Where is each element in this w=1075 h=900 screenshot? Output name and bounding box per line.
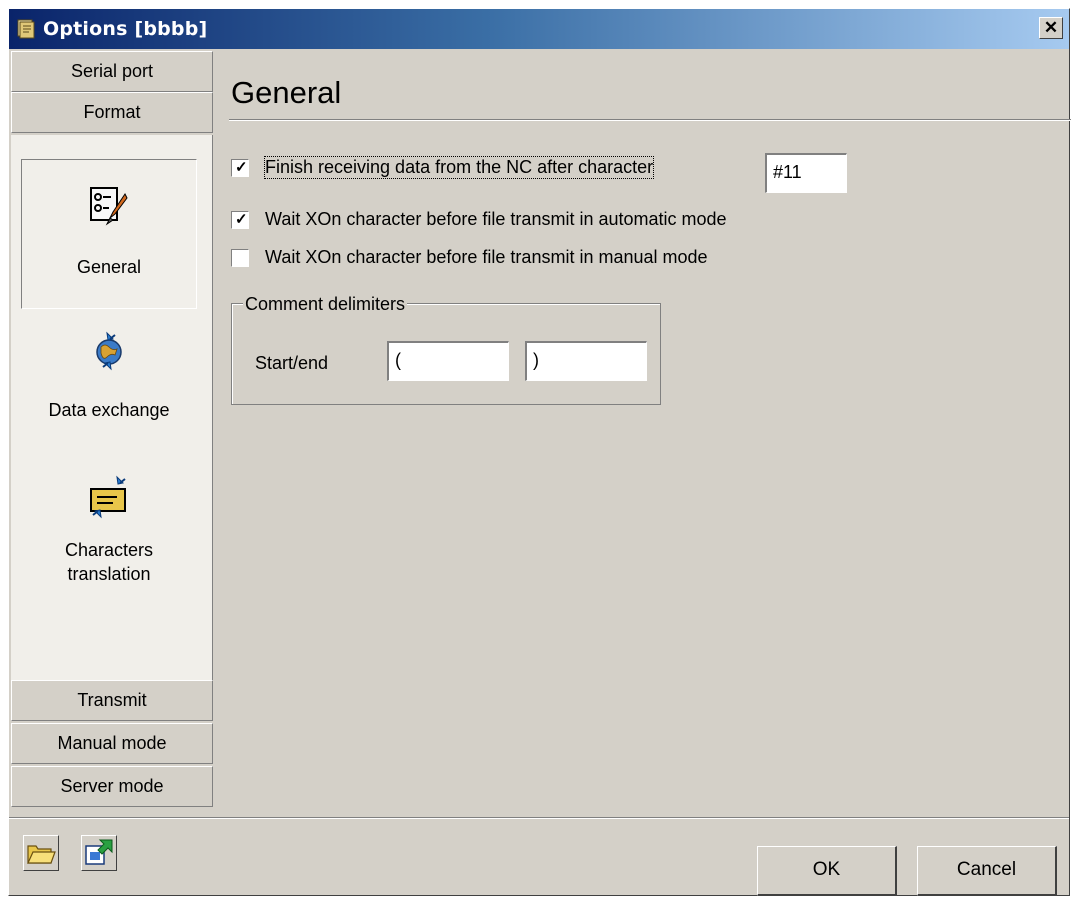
- page-title: General: [231, 75, 342, 110]
- category-manual-mode[interactable]: Manual mode: [11, 723, 213, 764]
- category-transmit[interactable]: Transmit: [11, 680, 213, 721]
- comment-start-input[interactable]: (: [387, 341, 509, 381]
- finish-receiving-checkbox[interactable]: ✓: [231, 159, 249, 177]
- nav-item-label-line2: translation: [67, 564, 151, 584]
- category-server-mode[interactable]: Server mode: [11, 766, 213, 807]
- settings-checklist-icon: [90, 187, 128, 226]
- nav-item-general[interactable]: General: [21, 159, 197, 309]
- options-dialog: Options [bbbb] ✕ Serial port Format Gene…: [8, 8, 1071, 896]
- wait-xon-automatic-checkbox[interactable]: ✓: [231, 211, 249, 229]
- open-folder-icon: [27, 845, 56, 864]
- wait-xon-manual-checkbox[interactable]: [231, 249, 249, 267]
- comment-delimiters-legend: Comment delimiters: [243, 294, 408, 315]
- nav-item-data-exchange[interactable]: Data exchange: [21, 331, 197, 451]
- footer-divider: [9, 817, 1069, 819]
- checkmark-icon: ✓: [235, 211, 248, 228]
- export-icon: [85, 839, 113, 865]
- ok-button[interactable]: OK: [757, 846, 897, 896]
- category-serial-port[interactable]: Serial port: [11, 51, 213, 92]
- checkmark-icon: ✓: [235, 159, 248, 176]
- cancel-button[interactable]: Cancel: [917, 846, 1057, 896]
- nav-item-label: Data exchange: [48, 400, 170, 420]
- wait-xon-manual-label: Wait XOn character before file transmit …: [265, 247, 708, 267]
- export-button[interactable]: [81, 835, 117, 871]
- nav-item-label-line1: Characters: [64, 540, 154, 560]
- title-divider: [229, 119, 1071, 121]
- nav-item-label: General: [76, 257, 142, 277]
- close-icon: ✕: [1043, 18, 1059, 37]
- finish-receiving-label: Finish receiving data from the NC after …: [263, 156, 655, 179]
- comment-end-input[interactable]: ): [525, 341, 647, 381]
- format-subpage-list: General Data exchange Characters transla…: [11, 135, 213, 715]
- category-navigation: Serial port Format General Data exchange…: [11, 51, 213, 807]
- app-book-icon: [17, 19, 35, 39]
- terminator-character-input[interactable]: #11: [765, 153, 847, 193]
- wait-xon-automatic-label: Wait XOn character before file transmit …: [265, 209, 727, 229]
- nav-item-characters-translation[interactable]: Characters translation: [21, 475, 197, 605]
- start-end-label: Start/end: [255, 353, 329, 373]
- title-bar[interactable]: Options [bbbb] ✕: [9, 9, 1069, 49]
- close-button[interactable]: ✕: [1039, 17, 1063, 39]
- envelope-translation-icon: [90, 475, 126, 519]
- nav-item-label: Characters translation: [21, 538, 197, 586]
- window-title: Options [bbbb]: [43, 18, 208, 40]
- open-button[interactable]: [23, 835, 59, 871]
- globe-exchange-icon: [96, 331, 122, 371]
- category-format[interactable]: Format: [11, 92, 213, 133]
